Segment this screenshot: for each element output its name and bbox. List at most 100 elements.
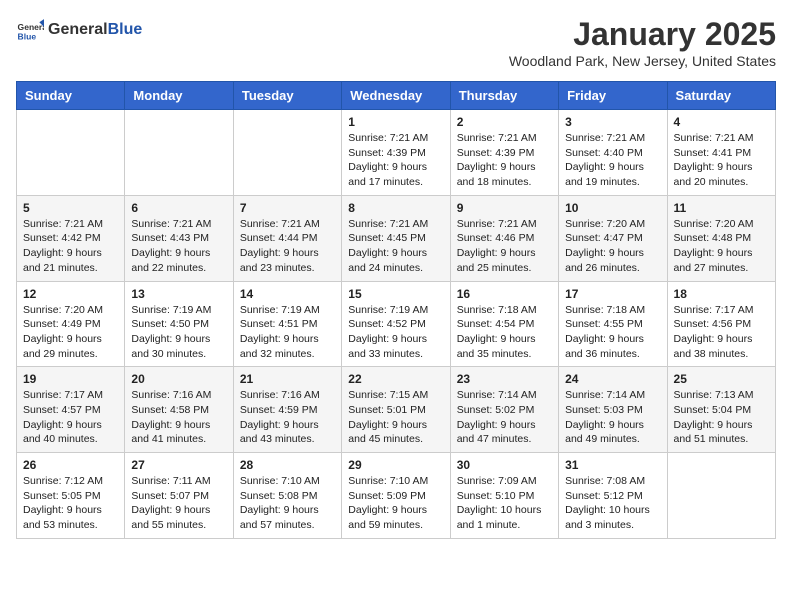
calendar-cell: 3 Sunrise: 7:21 AM Sunset: 4:40 PM Daylig…	[559, 110, 667, 196]
calendar-day-header: Tuesday	[233, 82, 341, 110]
calendar-cell: 22 Sunrise: 7:15 AM Sunset: 5:01 PM Dayli…	[342, 367, 450, 453]
day-info: Sunrise: 7:13 AM Sunset: 5:04 PM Dayligh…	[674, 388, 769, 447]
day-number: 18	[674, 287, 769, 301]
day-number: 15	[348, 287, 443, 301]
calendar-cell: 7 Sunrise: 7:21 AM Sunset: 4:44 PM Daylig…	[233, 195, 341, 281]
day-info: Sunrise: 7:21 AM Sunset: 4:40 PM Dayligh…	[565, 131, 660, 190]
day-number: 11	[674, 201, 769, 215]
calendar-cell: 11 Sunrise: 7:20 AM Sunset: 4:48 PM Dayli…	[667, 195, 775, 281]
calendar-cell: 29 Sunrise: 7:10 AM Sunset: 5:09 PM Dayli…	[342, 453, 450, 539]
day-info: Sunrise: 7:08 AM Sunset: 5:12 PM Dayligh…	[565, 474, 660, 533]
day-info: Sunrise: 7:14 AM Sunset: 5:02 PM Dayligh…	[457, 388, 552, 447]
day-number: 23	[457, 372, 552, 386]
day-number: 27	[131, 458, 226, 472]
calendar-cell: 9Sunrise: 7:21 AM Sunset: 4:46 PM Daylig…	[450, 195, 558, 281]
calendar-day-header: Sunday	[17, 82, 125, 110]
day-info: Sunrise: 7:10 AM Sunset: 5:09 PM Dayligh…	[348, 474, 443, 533]
calendar-week-row: 26Sunrise: 7:12 AM Sunset: 5:05 PM Dayli…	[17, 453, 776, 539]
calendar-cell: 25 Sunrise: 7:13 AM Sunset: 5:04 PM Dayli…	[667, 367, 775, 453]
logo-general: General	[48, 21, 108, 39]
calendar-day-header: Wednesday	[342, 82, 450, 110]
day-number: 31	[565, 458, 660, 472]
calendar-body: 1Sunrise: 7:21 AM Sunset: 4:39 PM Daylig…	[17, 110, 776, 539]
calendar-cell	[125, 110, 233, 196]
calendar-cell: 12Sunrise: 7:20 AM Sunset: 4:49 PM Dayli…	[17, 281, 125, 367]
day-info: Sunrise: 7:11 AM Sunset: 5:07 PM Dayligh…	[131, 474, 226, 533]
svg-text:Blue: Blue	[18, 31, 37, 41]
calendar-cell: 31 Sunrise: 7:08 AM Sunset: 5:12 PM Dayli…	[559, 453, 667, 539]
day-info: Sunrise: 7:18 AM Sunset: 4:55 PM Dayligh…	[565, 303, 660, 362]
calendar-cell: 21 Sunrise: 7:16 AM Sunset: 4:59 PM Dayli…	[233, 367, 341, 453]
calendar-cell: 1Sunrise: 7:21 AM Sunset: 4:39 PM Daylig…	[342, 110, 450, 196]
calendar-cell: 13Sunrise: 7:19 AM Sunset: 4:50 PM Dayli…	[125, 281, 233, 367]
day-number: 14	[240, 287, 335, 301]
calendar-cell: 15 Sunrise: 7:19 AM Sunset: 4:52 PM Dayli…	[342, 281, 450, 367]
day-number: 5	[23, 201, 118, 215]
day-number: 6	[131, 201, 226, 215]
day-info: Sunrise: 7:12 AM Sunset: 5:05 PM Dayligh…	[23, 474, 118, 533]
calendar-cell	[667, 453, 775, 539]
day-info: Sunrise: 7:21 AM Sunset: 4:44 PM Dayligh…	[240, 217, 335, 276]
day-info: Sunrise: 7:17 AM Sunset: 4:57 PM Dayligh…	[23, 388, 118, 447]
calendar-header-row: SundayMondayTuesdayWednesdayThursdayFrid…	[17, 82, 776, 110]
day-number: 28	[240, 458, 335, 472]
calendar-cell: 23 Sunrise: 7:14 AM Sunset: 5:02 PM Dayli…	[450, 367, 558, 453]
calendar-cell: 5Sunrise: 7:21 AM Sunset: 4:42 PM Daylig…	[17, 195, 125, 281]
calendar-cell: 16Sunrise: 7:18 AM Sunset: 4:54 PM Dayli…	[450, 281, 558, 367]
calendar-cell: 30 Sunrise: 7:09 AM Sunset: 5:10 PM Dayli…	[450, 453, 558, 539]
day-number: 25	[674, 372, 769, 386]
logo-blue: Blue	[108, 21, 143, 39]
day-number: 19	[23, 372, 118, 386]
logo-icon: General Blue	[16, 16, 44, 44]
day-info: Sunrise: 7:09 AM Sunset: 5:10 PM Dayligh…	[457, 474, 552, 533]
day-info: Sunrise: 7:20 AM Sunset: 4:48 PM Dayligh…	[674, 217, 769, 276]
day-number: 21	[240, 372, 335, 386]
location-title: Woodland Park, New Jersey, United States	[509, 53, 776, 69]
day-info: Sunrise: 7:21 AM Sunset: 4:45 PM Dayligh…	[348, 217, 443, 276]
day-number: 22	[348, 372, 443, 386]
calendar-cell: 19 Sunrise: 7:17 AM Sunset: 4:57 PM Dayli…	[17, 367, 125, 453]
calendar-table: SundayMondayTuesdayWednesdayThursdayFrid…	[16, 81, 776, 539]
day-info: Sunrise: 7:21 AM Sunset: 4:41 PM Dayligh…	[674, 131, 769, 190]
day-number: 7	[240, 201, 335, 215]
day-number: 4	[674, 115, 769, 129]
calendar-cell: 6 Sunrise: 7:21 AM Sunset: 4:43 PM Daylig…	[125, 195, 233, 281]
calendar-week-row: 1Sunrise: 7:21 AM Sunset: 4:39 PM Daylig…	[17, 110, 776, 196]
day-info: Sunrise: 7:19 AM Sunset: 4:51 PM Dayligh…	[240, 303, 335, 362]
svg-text:General: General	[18, 22, 44, 32]
day-info: Sunrise: 7:17 AM Sunset: 4:56 PM Dayligh…	[674, 303, 769, 362]
calendar-week-row: 5Sunrise: 7:21 AM Sunset: 4:42 PM Daylig…	[17, 195, 776, 281]
day-number: 12	[23, 287, 118, 301]
calendar-day-header: Monday	[125, 82, 233, 110]
calendar-day-header: Saturday	[667, 82, 775, 110]
day-info: Sunrise: 7:15 AM Sunset: 5:01 PM Dayligh…	[348, 388, 443, 447]
day-info: Sunrise: 7:16 AM Sunset: 4:59 PM Dayligh…	[240, 388, 335, 447]
day-number: 8	[348, 201, 443, 215]
calendar-cell: 20Sunrise: 7:16 AM Sunset: 4:58 PM Dayli…	[125, 367, 233, 453]
day-number: 24	[565, 372, 660, 386]
logo: General Blue GeneralBlue	[16, 16, 142, 44]
day-number: 13	[131, 287, 226, 301]
calendar-cell	[233, 110, 341, 196]
calendar-cell: 18 Sunrise: 7:17 AM Sunset: 4:56 PM Dayli…	[667, 281, 775, 367]
calendar-cell: 8 Sunrise: 7:21 AM Sunset: 4:45 PM Daylig…	[342, 195, 450, 281]
day-number: 29	[348, 458, 443, 472]
day-number: 30	[457, 458, 552, 472]
calendar-cell: 26Sunrise: 7:12 AM Sunset: 5:05 PM Dayli…	[17, 453, 125, 539]
calendar-cell: 14 Sunrise: 7:19 AM Sunset: 4:51 PM Dayli…	[233, 281, 341, 367]
day-number: 9	[457, 201, 552, 215]
calendar-day-header: Friday	[559, 82, 667, 110]
day-info: Sunrise: 7:19 AM Sunset: 4:52 PM Dayligh…	[348, 303, 443, 362]
title-block: January 2025 Woodland Park, New Jersey, …	[509, 16, 776, 69]
calendar-cell: 2Sunrise: 7:21 AM Sunset: 4:39 PM Daylig…	[450, 110, 558, 196]
day-info: Sunrise: 7:20 AM Sunset: 4:47 PM Dayligh…	[565, 217, 660, 276]
calendar-week-row: 12Sunrise: 7:20 AM Sunset: 4:49 PM Dayli…	[17, 281, 776, 367]
day-info: Sunrise: 7:18 AM Sunset: 4:54 PM Dayligh…	[457, 303, 552, 362]
day-info: Sunrise: 7:21 AM Sunset: 4:43 PM Dayligh…	[131, 217, 226, 276]
day-number: 3	[565, 115, 660, 129]
day-number: 17	[565, 287, 660, 301]
day-number: 2	[457, 115, 552, 129]
month-title: January 2025	[509, 16, 776, 53]
day-info: Sunrise: 7:14 AM Sunset: 5:03 PM Dayligh…	[565, 388, 660, 447]
calendar-cell	[17, 110, 125, 196]
